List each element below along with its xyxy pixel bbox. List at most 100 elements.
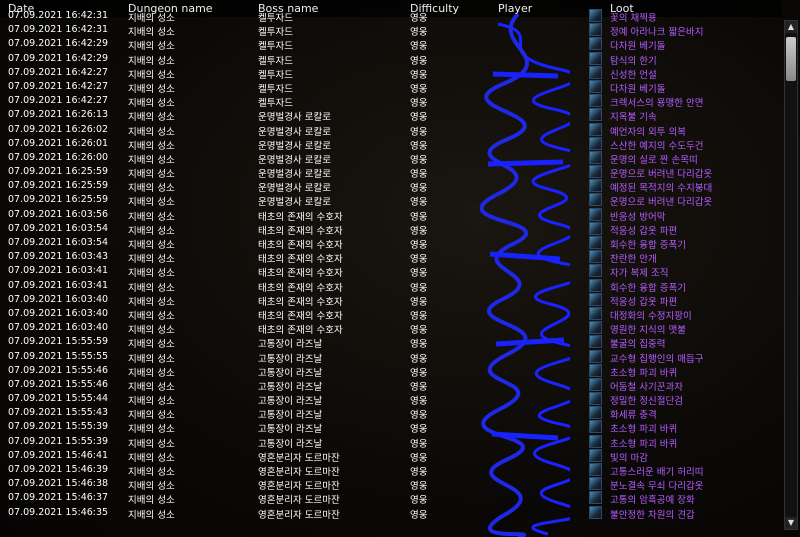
item-icon[interactable] (589, 9, 602, 22)
row-loot-link[interactable]: 불굴의 집중력 (610, 336, 665, 350)
item-icon[interactable] (589, 264, 602, 278)
scroll-down-arrow-icon[interactable]: ▼ (785, 517, 797, 529)
scrollbar[interactable]: ▲ ▼ (784, 20, 798, 530)
item-icon[interactable] (589, 79, 602, 93)
table-row[interactable]: 07.09.2021 16:25:59 지배의 성소 운명벌경사 로칼로 영웅 운명으로… (0, 165, 782, 180)
item-icon[interactable] (589, 349, 602, 363)
table-row[interactable]: 07.09.2021 16:42:27 지배의 성소 켈투자드 영웅 크렉서스의 용맹한… (0, 94, 782, 109)
row-loot-link[interactable]: 초소형 파괴 바퀴 (610, 436, 677, 450)
row-loot-link[interactable]: 다차원 베기돌 (610, 81, 665, 95)
row-loot-link[interactable]: 분노결속 무쇠 다리갑옷 (610, 478, 703, 492)
table-row[interactable]: 07.09.2021 15:55:43 지배의 성소 고통장이 라즈날 영웅 화세류 충… (0, 406, 782, 421)
item-icon[interactable] (589, 179, 602, 193)
table-row[interactable]: 07.09.2021 16:42:31 지배의 성소 켈투자드 영웅 정예 아라나크 짧… (0, 23, 782, 38)
row-loot-link[interactable]: 고통의 암흑공예 장화 (610, 492, 695, 506)
row-loot-link[interactable]: 다차원 베기돌 (610, 38, 665, 52)
row-loot-link[interactable]: 초소형 파괴 바퀴 (610, 365, 677, 379)
item-icon[interactable] (589, 65, 602, 79)
table-row[interactable]: 07.09.2021 16:03:40 지배의 성소 태초의 존재의 수호자 영웅 적응… (0, 292, 782, 308)
table-row[interactable]: 07.09.2021 15:55:46 지배의 성소 고통장이 라즈날 영웅 어둠철 사… (0, 377, 782, 393)
table-row[interactable]: 07.09.2021 16:42:29 지배의 성소 켈투자드 영웅 다차원 베기돌 (0, 37, 782, 52)
item-icon[interactable] (589, 448, 602, 462)
table-row[interactable]: 07.09.2021 16:03:54 지배의 성소 태초의 존재의 수호자 영웅 회수… (0, 236, 782, 251)
item-icon[interactable] (589, 51, 602, 65)
row-loot-link[interactable]: 신성한 언설 (610, 67, 657, 81)
table-row[interactable]: 07.09.2021 16:42:29 지배의 성소 켈투자드 영웅 탐식의 한기 (0, 51, 782, 67)
item-icon[interactable] (589, 37, 602, 51)
scroll-up-arrow-icon[interactable]: ▲ (785, 21, 797, 33)
table-row[interactable]: 07.09.2021 16:03:41 지배의 성소 태초의 존재의 수호자 영웅 회수… (0, 278, 782, 294)
table-row[interactable]: 07.09.2021 15:55:44 지배의 성소 고통장이 라즈날 영웅 정밀한 정… (0, 392, 782, 407)
table-row[interactable]: 07.09.2021 16:26:01 지배의 성소 운명벌경사 로칼로 영웅 스산한 … (0, 136, 782, 152)
row-loot-link[interactable]: 정밀한 정신절단검 (610, 393, 683, 407)
table-row[interactable]: 07.09.2021 16:25:59 지배의 성소 운명벌경사 로칼로 영웅 운명으로… (0, 193, 782, 208)
table-row[interactable]: 07.09.2021 15:46:37 지배의 성소 영혼분리자 도르마잔 영웅 고통의… (0, 491, 782, 506)
row-loot-link[interactable]: 스산한 예지의 수도두건 (610, 138, 703, 152)
item-icon[interactable] (589, 363, 602, 377)
table-row[interactable]: 07.09.2021 16:03:54 지배의 성소 태초의 존재의 수호자 영웅 적응… (0, 221, 782, 237)
item-icon[interactable] (589, 434, 602, 448)
table-row[interactable]: 07.09.2021 16:42:31 지배의 성소 켈투자드 영웅 꽃의 채찍용 (0, 9, 782, 24)
item-icon[interactable] (589, 250, 602, 264)
item-icon[interactable] (589, 463, 602, 476)
item-icon[interactable] (589, 122, 602, 136)
item-icon[interactable] (589, 505, 602, 519)
row-loot-link[interactable]: 자가 복제 조직 (610, 265, 668, 279)
item-icon[interactable] (589, 335, 602, 349)
scrollbar-thumb[interactable] (786, 37, 796, 81)
table-row[interactable]: 07.09.2021 16:03:56 지배의 성소 태초의 존재의 수호자 영웅 반응… (0, 207, 782, 223)
item-icon[interactable] (589, 94, 602, 108)
item-icon[interactable] (589, 406, 602, 420)
row-loot-link[interactable]: 반응성 방어막 (610, 209, 665, 223)
table-row[interactable]: 07.09.2021 16:42:27 지배의 성소 켈투자드 영웅 신성한 언설 (0, 65, 782, 81)
item-icon[interactable] (589, 420, 602, 434)
row-loot-link[interactable]: 예언자의 외투 의복 (610, 124, 686, 138)
row-loot-link[interactable]: 운명으로 버려낸 다리갑옷 (610, 166, 712, 180)
row-loot-link[interactable]: 찬란한 안개 (610, 251, 657, 265)
row-loot-link[interactable]: 탐식의 한기 (610, 53, 657, 67)
table-row[interactable]: 07.09.2021 16:26:02 지배의 성소 운명벌경사 로칼로 영웅 예언자의… (0, 122, 782, 138)
table-row[interactable]: 07.09.2021 15:46:38 지배의 성소 영혼분리자 도르마잔 영웅 분노결… (0, 477, 782, 492)
row-loot-link[interactable]: 고통스러운 배기 허리띠 (610, 464, 703, 478)
table-row[interactable]: 07.09.2021 16:26:13 지배의 성소 운명벌경사 로칼로 영웅 지옥불 … (0, 108, 782, 123)
table-row[interactable]: 07.09.2021 15:46:39 지배의 성소 영혼분리자 도르마잔 영웅 고통스… (0, 463, 782, 478)
table-row[interactable]: 07.09.2021 15:55:39 지배의 성소 고통장이 라즈날 영웅 초소형 파… (0, 420, 782, 435)
table-row[interactable]: 07.09.2021 16:25:59 지배의 성소 운명벌경사 로칼로 영웅 예정된 … (0, 179, 782, 194)
row-loot-link[interactable]: 운명으로 버려낸 다리갑옷 (610, 194, 712, 208)
row-loot-link[interactable]: 빛의 마감 (610, 450, 648, 464)
item-icon[interactable] (589, 165, 602, 179)
table-row[interactable]: 07.09.2021 15:55:55 지배의 성소 고통장이 라즈날 영웅 교수형 집… (0, 349, 782, 365)
item-icon[interactable] (589, 477, 602, 491)
item-icon[interactable] (589, 321, 602, 335)
table-row[interactable]: 07.09.2021 15:46:35 지배의 성소 영혼분리자 도르마잔 영웅 불안정… (0, 505, 782, 521)
row-loot-link[interactable]: 어둠철 사기꾼과자 (610, 379, 683, 393)
item-icon[interactable] (589, 278, 602, 292)
row-loot-link[interactable]: 적응성 갑옷 파편 (610, 294, 677, 308)
row-loot-link[interactable]: 대정화의 수정지팡이 (610, 308, 692, 322)
row-loot-link[interactable]: 적응성 갑옷 파편 (610, 223, 677, 237)
item-icon[interactable] (589, 392, 602, 406)
item-icon[interactable] (589, 491, 602, 505)
table-row[interactable]: 07.09.2021 16:42:27 지배의 성소 켈투자드 영웅 다차원 베기돌 (0, 79, 782, 95)
item-icon[interactable] (589, 292, 602, 306)
row-loot-link[interactable]: 초소형 파괴 바퀴 (610, 421, 677, 435)
table-row[interactable]: 07.09.2021 15:55:46 지배의 성소 고통장이 라즈날 영웅 초소형 파… (0, 363, 782, 379)
item-icon[interactable] (589, 207, 602, 221)
row-loot-link[interactable]: 화세류 충격 (610, 407, 657, 421)
row-loot-link[interactable]: 운명의 실로 짠 손목띠 (610, 152, 698, 166)
table-row[interactable]: 07.09.2021 16:03:43 지배의 성소 태초의 존재의 수호자 영웅 찬란… (0, 250, 782, 265)
table-row[interactable]: 07.09.2021 16:03:41 지배의 성소 태초의 존재의 수호자 영웅 자가… (0, 264, 782, 279)
row-loot-link[interactable]: 예정된 목적지의 수지붕대 (610, 180, 712, 194)
item-icon[interactable] (589, 306, 602, 320)
row-loot-link[interactable]: 지옥불 기속 (610, 109, 657, 123)
row-loot-link[interactable]: 불안정한 차원의 견갑 (610, 507, 695, 521)
row-loot-link[interactable]: 영원한 지식의 맷불 (610, 322, 686, 336)
item-icon[interactable] (589, 136, 602, 150)
row-loot-link[interactable]: 정예 아라나크 짧은바지 (610, 24, 703, 38)
item-icon[interactable] (589, 221, 602, 235)
item-icon[interactable] (589, 150, 602, 164)
row-loot-link[interactable]: 회수한 융합 증폭기 (610, 280, 686, 294)
item-icon[interactable] (589, 23, 602, 37)
row-loot-link[interactable]: 교수형 집행인의 매듭구 (610, 351, 703, 365)
row-loot-link[interactable]: 꽃의 채찍용 (610, 10, 657, 24)
